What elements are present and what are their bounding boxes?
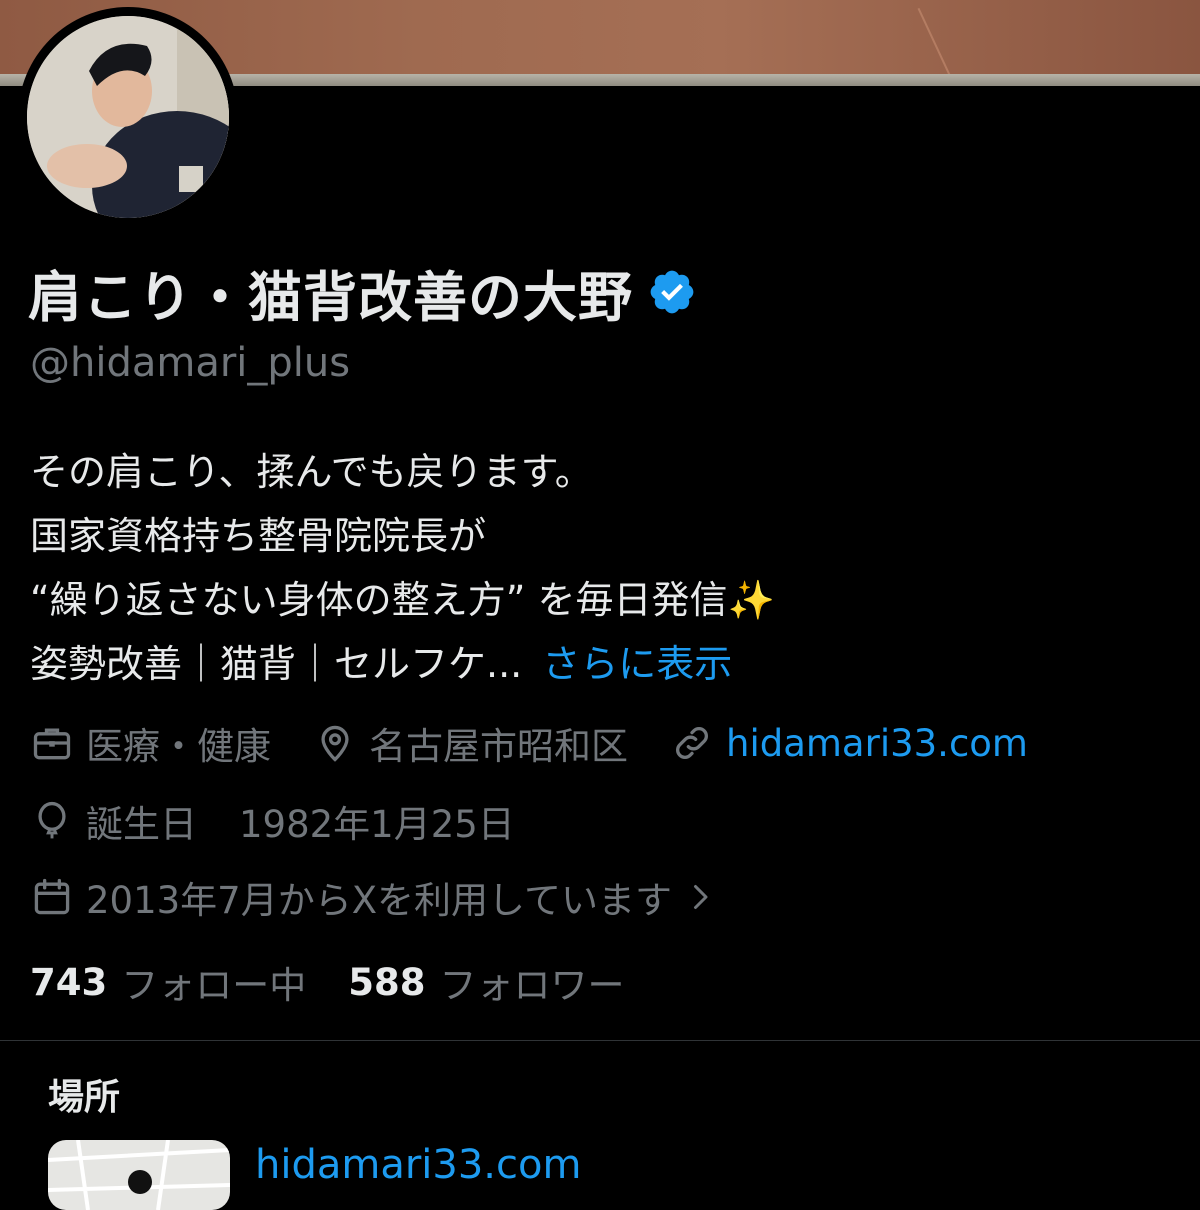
section-divider [0,1040,1200,1041]
sparkle-icon: ✨ [727,578,775,622]
avatar[interactable] [27,16,229,218]
birthday-value: 1982年1月25日 [239,803,515,846]
place-section-title: 場所 [48,1077,121,1118]
map-icon [48,1140,230,1210]
profile-meta-row: 医療・健康 名古屋市昭和区 hidamari33.com [30,716,1070,770]
category-item: 医療・健康 [30,716,271,770]
birthday-label: 誕生日 [86,803,197,846]
briefcase-icon [33,728,71,760]
joined-text: 2013年7月からXを利用しています [86,879,672,922]
bio-line: その肩こり、揉んでも戻ります。 [30,450,593,494]
following-label[interactable]: フォロー中 [121,955,306,1009]
profile-name-row: 肩こり・猫背改善の大野 [28,252,697,332]
place-link[interactable]: hidamari33.com [255,1142,581,1188]
followers-label[interactable]: フォロワー [439,955,624,1009]
joined-row[interactable]: 2013年7月からXを利用しています [30,870,772,924]
category-text: 医療・健康 [86,725,271,768]
birthday-item: 誕生日 1982年1月25日 [30,794,515,848]
followers-count[interactable]: 588 [348,961,425,1004]
bio-line: 姿勢改善｜猫背｜セルフケ... さらに表示 [30,632,1180,696]
location-item: 名古屋市昭和区 [313,716,628,770]
location-pin-icon [321,725,349,762]
map-thumbnail[interactable] [48,1140,230,1210]
avatar-photo [27,16,229,218]
website-link[interactable]: hidamari33.com [726,722,1028,765]
following-count[interactable]: 743 [30,961,107,1004]
calendar-icon [34,878,70,915]
link-icon [676,727,708,759]
bio-line-text: “繰り返さない身体の整え方” を毎日発信 [30,578,728,622]
birthday-row: 誕生日 1982年1月25日 [30,794,557,848]
display-name: 肩こり・猫背改善の大野 [28,265,633,329]
location-text: 名古屋市昭和区 [369,725,628,768]
balloon-icon [38,801,66,839]
joined-item[interactable]: 2013年7月からXを利用しています [30,870,730,924]
bio-line-text: 姿勢改善｜猫背｜セルフケ... [30,642,523,686]
verified-badge-icon[interactable] [647,267,697,317]
profile-bio: その肩こり、揉んでも戻ります。 国家資格持ち整骨院院長が “繰り返さない身体の整… [30,440,1180,696]
profile-handle: @hidamari_plus [30,340,351,386]
bio-line: “繰り返さない身体の整え方” を毎日発信✨ [30,568,1180,632]
show-more-link[interactable]: さらに表示 [542,642,732,686]
follow-stats: 743 フォロー中 588 フォロワー [30,955,666,1009]
bio-line: 国家資格持ち整骨院院長が [30,514,487,558]
chevron-right-icon [693,885,708,909]
website-item[interactable]: hidamari33.com [670,721,1028,765]
